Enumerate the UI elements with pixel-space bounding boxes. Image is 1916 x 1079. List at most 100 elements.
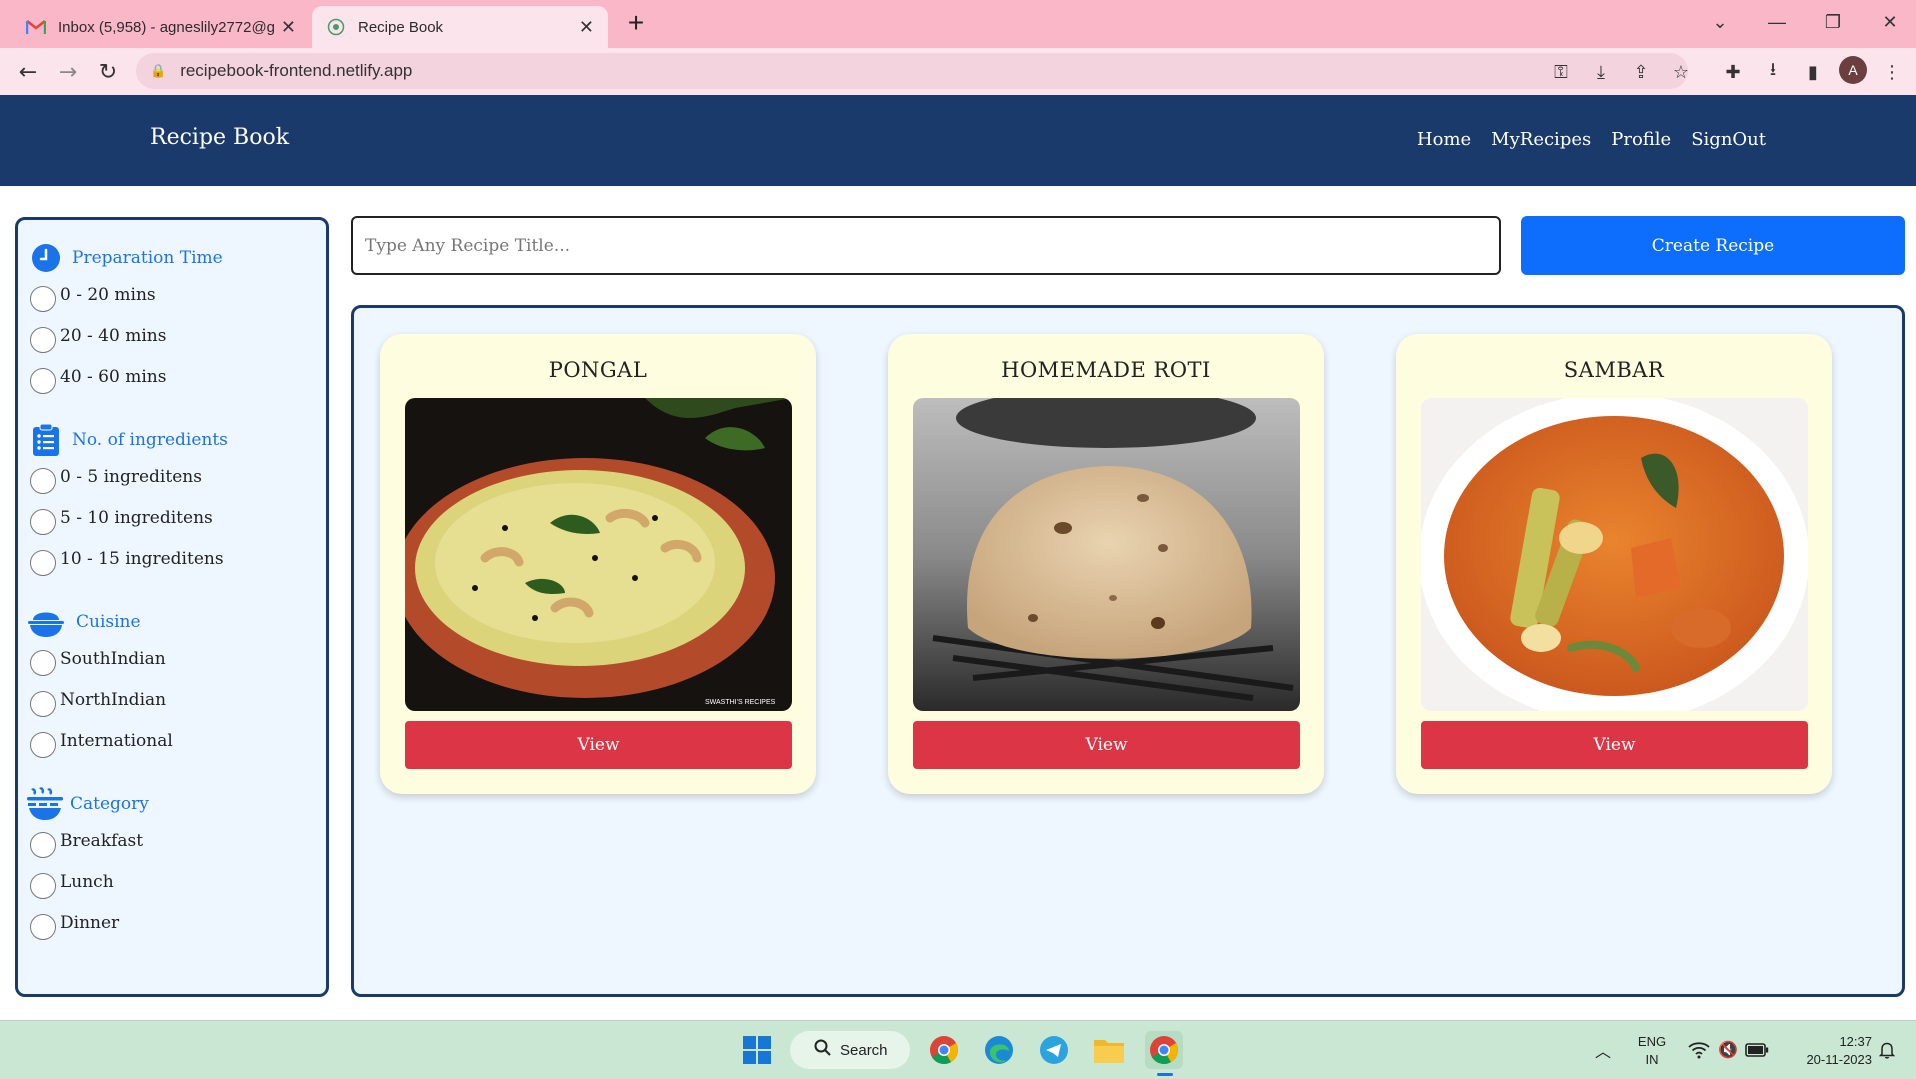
browser-tab-strip: Inbox (5,958) - agneslily2772@g ✕ Recipe… [0, 0, 1916, 48]
radio-button[interactable] [30, 872, 56, 899]
filter-option[interactable]: 20 - 40 mins [30, 315, 223, 356]
back-arrow-icon[interactable]: ← [12, 56, 44, 88]
filter-option[interactable]: NorthIndian [30, 679, 173, 720]
clock-time: 12:37 [1839, 1034, 1872, 1049]
close-window-icon[interactable]: ✕ [1870, 6, 1910, 38]
search-icon [814, 1039, 832, 1061]
telegram-icon[interactable] [1035, 1031, 1073, 1069]
clock-date: 20-11-2023 [1806, 1052, 1872, 1067]
windows-start-icon[interactable] [738, 1031, 776, 1069]
view-recipe-button[interactable]: View [1421, 721, 1808, 769]
nav-myrecipes[interactable]: MyRecipes [1491, 129, 1591, 150]
option-label: 20 - 40 mins [60, 325, 167, 346]
close-tab-icon[interactable]: ✕ [579, 17, 594, 38]
nav-profile[interactable]: Profile [1611, 129, 1671, 150]
option-label: 10 - 15 ingreditens [60, 548, 224, 569]
radio-button[interactable] [30, 467, 56, 494]
option-label: 40 - 60 mins [60, 366, 167, 387]
filter-option[interactable]: 0 - 5 ingreditens [30, 456, 228, 497]
edge-icon[interactable] [980, 1031, 1018, 1069]
radio-button[interactable] [30, 549, 56, 576]
option-label: Breakfast [60, 830, 144, 851]
filter-option[interactable]: 40 - 60 mins [30, 356, 223, 397]
radio-button[interactable] [30, 731, 56, 758]
filter-option[interactable]: 0 - 20 mins [30, 274, 223, 315]
recipe-title: PONGAL [548, 358, 648, 382]
radio-button[interactable] [30, 367, 56, 394]
filter-title: Preparation Time [72, 248, 223, 268]
radio-button[interactable] [30, 831, 56, 858]
radio-button[interactable] [30, 649, 56, 676]
option-label: NorthIndian [60, 689, 167, 710]
radio-button[interactable] [30, 508, 56, 535]
bowl-icon [26, 606, 66, 638]
option-label: 0 - 20 mins [60, 284, 156, 305]
nav-signout[interactable]: SignOut [1691, 129, 1766, 150]
view-recipe-button[interactable]: View [913, 721, 1300, 769]
nav-home[interactable]: Home [1417, 129, 1471, 150]
create-recipe-button[interactable]: Create Recipe [1521, 216, 1905, 275]
filter-option[interactable]: Lunch [30, 861, 149, 902]
option-label: International [60, 730, 173, 751]
list-icon [30, 423, 62, 456]
recipe-search-input[interactable] [351, 216, 1501, 275]
notification-bell-icon[interactable] [1868, 1031, 1906, 1069]
chrome-icon[interactable] [925, 1031, 963, 1069]
filter-option[interactable]: International [30, 720, 173, 761]
globe-icon [326, 17, 346, 37]
app-navbar: Recipe Book Home MyRecipes Profile SignO… [0, 95, 1916, 186]
filter-title: Category [70, 794, 149, 814]
share-icon[interactable]: ⇪ [1625, 56, 1657, 88]
option-label: 0 - 5 ingreditens [60, 466, 202, 487]
brand-title[interactable]: Recipe Book [150, 125, 289, 150]
reload-icon[interactable]: ↻ [92, 56, 124, 88]
menu-kebab-icon[interactable]: ⋮ [1876, 56, 1908, 88]
radio-button[interactable] [30, 285, 56, 312]
filter-title: No. of ingredients [72, 430, 228, 450]
address-bar[interactable]: 🔒 recipebook-frontend.netlify.app [136, 53, 1688, 89]
close-tab-icon[interactable]: ✕ [281, 17, 296, 38]
filter-option[interactable]: Breakfast [30, 820, 149, 861]
side-panel-icon[interactable]: ▮ [1797, 56, 1829, 88]
chevron-up-icon[interactable]: ︿ [1584, 1031, 1622, 1069]
minimize-icon[interactable]: — [1757, 6, 1797, 38]
recipe-title: SAMBAR [1563, 358, 1665, 382]
new-tab-button[interactable]: + [620, 8, 652, 40]
view-recipe-button[interactable]: View [405, 721, 792, 769]
search-label: Search [840, 1041, 888, 1059]
filter-option[interactable]: 5 - 10 ingreditens [30, 497, 228, 538]
tab-title: Inbox (5,958) - agneslily2772@g [58, 18, 275, 36]
profile-avatar[interactable]: A [1839, 56, 1867, 84]
battery-icon[interactable] [1738, 1031, 1776, 1069]
url-text: recipebook-frontend.netlify.app [180, 61, 413, 80]
os-taskbar: Search ︿ ENG IN 🔇 12:37 20-11-2023 [0, 1020, 1916, 1079]
option-label: Dinner [60, 912, 120, 933]
clock[interactable]: 12:37 20-11-2023 [1780, 1033, 1872, 1069]
tab-inbox[interactable]: Inbox (5,958) - agneslily2772@g ✕ [12, 6, 310, 48]
filter-ingredients: No. of ingredients 0 - 5 ingreditens 5 -… [30, 423, 228, 579]
key-icon[interactable]: ⚿ [1545, 56, 1577, 88]
taskbar-search[interactable]: Search [790, 1031, 910, 1069]
recipe-image-pongal: SWASTHI'S RECIPES [405, 398, 792, 711]
radio-button[interactable] [30, 326, 56, 353]
chrome-profile-icon[interactable] [1145, 1031, 1183, 1069]
file-explorer-icon[interactable] [1090, 1031, 1128, 1069]
tab-search-chevron-icon[interactable]: ⌄ [1700, 6, 1740, 38]
filter-option[interactable]: 10 - 15 ingreditens [30, 538, 228, 579]
recipe-card: SAMBAR View [1396, 334, 1832, 794]
recipe-image-sambar [1421, 398, 1808, 711]
restore-icon[interactable]: ❐ [1813, 6, 1853, 38]
downloads-icon[interactable]: ⭳ [1757, 56, 1789, 88]
nav-links: Home MyRecipes Profile SignOut [1417, 129, 1766, 150]
filter-option[interactable]: Dinner [30, 902, 149, 943]
tab-recipe-book[interactable]: Recipe Book ✕ [312, 6, 608, 48]
forward-arrow-icon[interactable]: → [52, 56, 84, 88]
language-indicator[interactable]: ENG IN [1632, 1033, 1672, 1069]
bookmark-star-icon[interactable]: ☆ [1665, 56, 1697, 88]
radio-button[interactable] [30, 690, 56, 717]
browser-toolbar: ← → ↻ 🔒 recipebook-frontend.netlify.app … [0, 48, 1916, 95]
filter-option[interactable]: SouthIndian [30, 638, 173, 679]
radio-button[interactable] [30, 913, 56, 940]
install-app-icon[interactable]: ⤓ [1585, 56, 1617, 88]
extensions-puzzle-icon[interactable]: ✚ [1717, 56, 1749, 88]
